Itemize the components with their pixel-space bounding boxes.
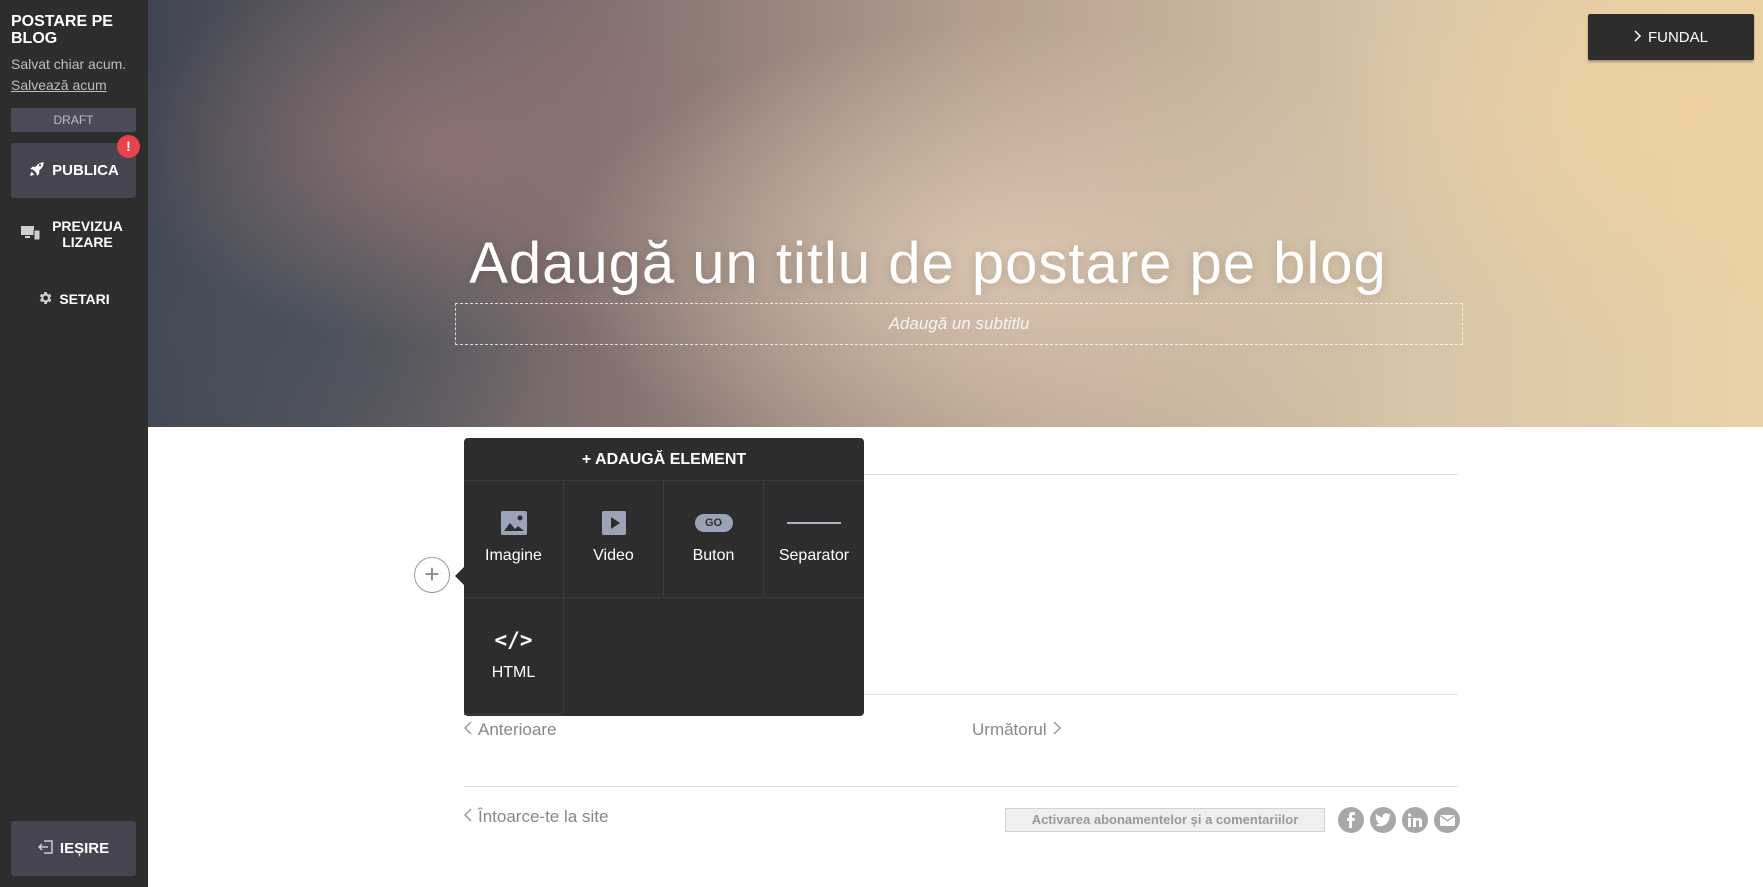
video-play-icon — [601, 509, 626, 537]
settings-button[interactable]: SETARI — [11, 287, 136, 311]
button-go-icon: GO — [694, 509, 733, 537]
save-status: Salvat chiar acum. — [11, 56, 127, 72]
chevron-left-icon — [463, 807, 472, 827]
exit-icon — [37, 839, 54, 859]
previous-label: Anterioare — [478, 720, 557, 739]
separator-line-icon — [787, 509, 841, 537]
add-html-label: HTML — [491, 664, 536, 681]
back-to-site-label: Întoarce-te la site — [478, 807, 609, 826]
save-now-link[interactable]: Salvează acum — [11, 77, 107, 93]
background-button-label: FUNDAL — [1647, 28, 1708, 46]
linkedin-icon[interactable] — [1402, 807, 1428, 833]
add-html-item[interactable]: </> HTML — [464, 598, 564, 715]
exit-label: IEȘIRE — [59, 840, 110, 857]
chevron-right-icon — [1634, 29, 1642, 46]
add-element-header: + ADAUGĂ ELEMENT — [464, 438, 864, 481]
menu-pointer — [455, 567, 464, 585]
preview-label: PREVIZUA LIZARE — [49, 218, 127, 250]
sidebar-title: POSTARE PE BLOG — [11, 13, 113, 47]
next-label: Următorul — [972, 720, 1047, 739]
preview-button[interactable]: PREVIZUA LIZARE — [11, 214, 136, 254]
add-separator-item[interactable]: Separator — [764, 481, 864, 598]
next-post-link[interactable]: Următorul — [972, 720, 1061, 740]
go-pill: GO — [694, 514, 733, 532]
add-image-label: Imagine — [485, 547, 542, 564]
exit-button[interactable]: IEȘIRE — [11, 821, 136, 876]
add-button-item[interactable]: GO Buton — [664, 481, 764, 598]
divider-bottom — [464, 786, 1458, 787]
facebook-icon[interactable] — [1338, 807, 1364, 833]
settings-label: SETARI — [59, 291, 110, 307]
code-icon: </> — [495, 626, 533, 654]
rocket-icon — [28, 160, 46, 182]
enable-subscriptions-button[interactable]: Activarea abonamentelor și a comentariil… — [1005, 808, 1325, 832]
post-title[interactable]: Adaugă un titlu de postare pe blog — [448, 230, 1408, 297]
back-to-site-link[interactable]: Întoarce-te la site — [463, 807, 609, 827]
twitter-icon[interactable] — [1370, 807, 1396, 833]
gear-icon — [37, 290, 53, 309]
preview-label-line1: PREVIZUA — [52, 218, 123, 234]
add-video-label: Video — [593, 547, 634, 564]
hero-banner: FUNDAL Adaugă un titlu de postare pe blo… — [148, 0, 1763, 427]
separator-line — [787, 522, 841, 524]
add-button-label: Buton — [692, 547, 735, 564]
sidebar: POSTARE PE BLOG Salvat chiar acum. Salve… — [0, 0, 148, 887]
alert-badge: ! — [117, 135, 140, 158]
publish-label: PUBLICA — [52, 162, 119, 179]
add-image-item[interactable]: Imagine — [464, 481, 564, 598]
add-element-menu: + ADAUGĂ ELEMENT Imagine Video GO Buton — [464, 438, 864, 716]
image-icon — [500, 509, 527, 537]
add-element-grid: Imagine Video GO Buton Separator </> HTM… — [464, 481, 864, 715]
preview-label-line2: LIZARE — [62, 234, 113, 250]
add-separator-label: Separator — [778, 547, 850, 564]
chevron-left-icon — [463, 720, 472, 740]
devices-icon — [20, 225, 41, 244]
previous-post-link[interactable]: Anterioare — [463, 720, 557, 740]
background-button[interactable]: FUNDAL — [1588, 14, 1754, 60]
add-video-item[interactable]: Video — [564, 481, 664, 598]
chevron-right-icon — [1053, 720, 1061, 740]
email-icon[interactable] — [1434, 807, 1460, 833]
add-element-button[interactable]: + — [414, 557, 450, 593]
draft-badge: DRAFT — [11, 108, 136, 132]
subtitle-input[interactable]: Adaugă un subtitlu — [455, 303, 1463, 345]
code-glyph: </> — [494, 628, 533, 652]
